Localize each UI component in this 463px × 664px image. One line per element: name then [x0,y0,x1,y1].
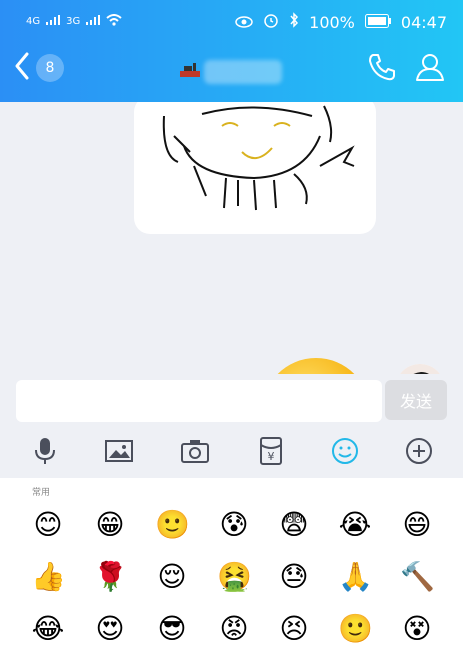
status-bar: 4G 3G 100% 04:47 [0,0,463,44]
plus-icon[interactable] [404,436,434,466]
back-button[interactable]: 8 [14,52,64,84]
emoji-item[interactable]: 😁 [93,508,127,542]
header-actions [367,52,445,86]
image-icon[interactable] [104,436,134,466]
alarm-icon [263,12,279,32]
emoji-item[interactable]: 🌹 [93,560,128,594]
sticker-message[interactable] [134,102,376,234]
camera-icon[interactable] [180,436,210,466]
emoji-item[interactable]: 😍 [93,612,127,646]
sent-emoji-message[interactable] [256,356,374,374]
emoji-item[interactable]: 🙂 [338,612,373,646]
emoji-item[interactable]: 😓 [277,560,311,594]
emoji-item[interactable]: 😊 [31,508,65,542]
emoji-item[interactable]: 🔨 [400,560,435,594]
chat-header: 4G 3G 100% 04:47 8 [0,0,463,102]
composer: 发送 [0,374,463,426]
signal-indicators: 4G 3G [26,14,122,29]
emoji-item[interactable]: 🙂 [155,508,190,542]
emoji-item[interactable]: 😂 [31,612,65,646]
bluetooth-icon [289,12,299,32]
contact-icon [180,62,200,82]
emoji-item[interactable]: 😭 [338,508,372,542]
sketch-drawing [162,105,355,211]
wifi-icon [106,14,122,29]
input-toolbar: ¥ [0,426,463,478]
blurred-contact-name [204,60,282,84]
mic-icon[interactable] [30,436,60,466]
svg-text:¥: ¥ [268,450,275,463]
emoji-item[interactable]: 😄 [400,508,434,542]
signal-bars-icon [46,15,61,28]
emoji-section-label: 常用 [32,488,51,498]
emoji-icon[interactable] [330,436,360,466]
emoji-item[interactable]: 😣 [277,612,311,646]
message-input[interactable] [16,380,382,422]
battery-label: 100% [309,12,355,32]
profile-icon[interactable] [415,52,445,86]
emoji-item[interactable]: 😵 [400,612,434,646]
unread-count-badge: 8 [36,54,64,82]
emoji-panel: 常用 😊 😁 🙂 😰 😨 😭 😄 👍 🌹 😌 🤮 😓 🙏 🔨 😂 😍 😎 😡 😣… [0,478,463,664]
back-chevron-icon [14,52,30,84]
red-packet-icon[interactable]: ¥ [256,436,286,466]
emoji-item[interactable]: 😡 [217,612,251,646]
battery-icon [364,13,391,32]
signal-label-4g: 4G [26,16,41,27]
emoji-item[interactable]: 🤮 [217,560,252,594]
eye-icon [235,13,253,32]
signal-bars-icon [86,15,101,28]
avatar[interactable] [395,364,445,374]
signal-label-3g: 3G [66,16,81,27]
status-right: 100% 04:47 [235,12,447,32]
emoji-item[interactable]: 😎 [155,612,189,646]
phone-icon[interactable] [367,52,397,86]
chat-title [180,60,282,84]
emoji-item[interactable]: 👍 [31,560,66,594]
time-label: 04:47 [400,12,447,32]
emoji-item[interactable]: 😰 [217,508,251,542]
chat-messages [0,102,463,374]
emoji-item[interactable]: 😨 [277,508,311,542]
emoji-item[interactable]: 🙏 [338,560,373,594]
emoji-item[interactable]: 😌 [155,560,189,594]
send-button[interactable]: 发送 [385,380,447,420]
